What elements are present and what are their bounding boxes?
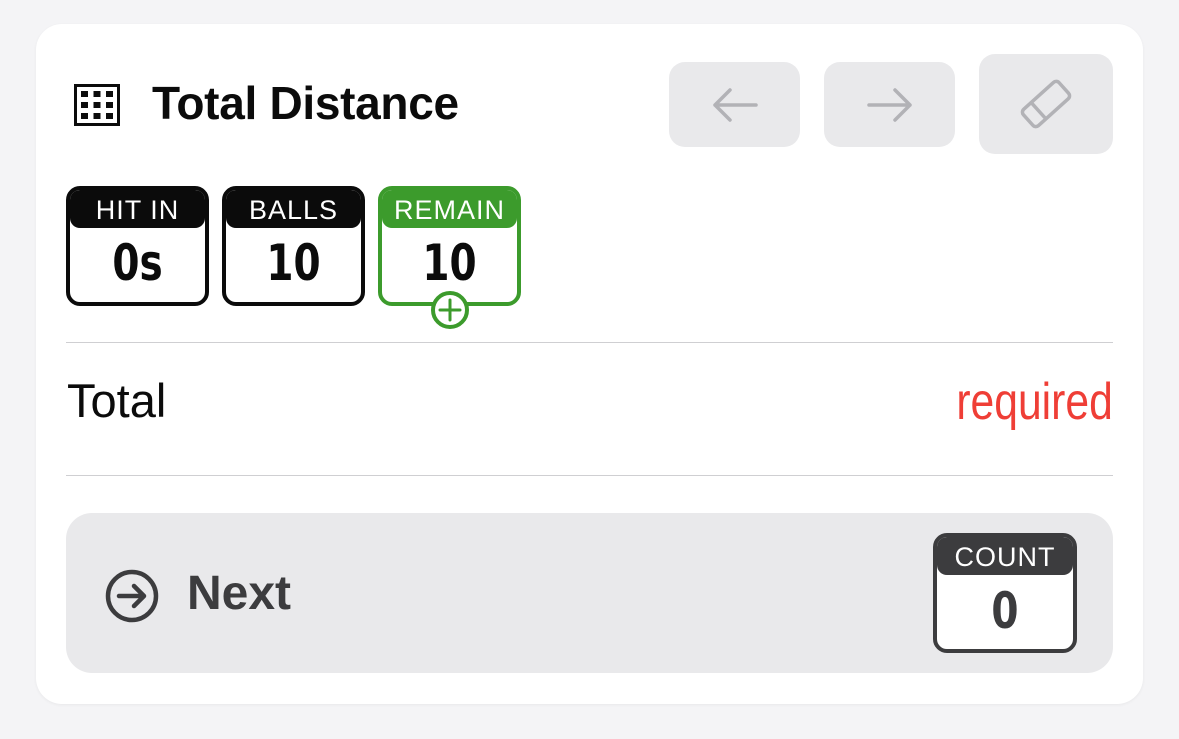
required-status: required — [956, 373, 1113, 431]
drill-card: Total Distance HIT IN 0s BALLS 10 REMAIN… — [36, 24, 1143, 704]
balls-stat: BALLS 10 — [222, 186, 365, 306]
arrow-right-icon — [866, 87, 912, 122]
hit-in-value: 0s — [112, 234, 163, 292]
count-label: COUNT — [937, 537, 1073, 575]
total-label: Total — [67, 374, 167, 427]
hit-in-stat: HIT IN 0s — [66, 186, 209, 306]
divider — [66, 342, 1113, 343]
next-label: Next — [187, 567, 292, 620]
remain-label: REMAIN — [382, 190, 517, 228]
page-title: Total Distance — [152, 77, 459, 129]
divider — [66, 475, 1113, 476]
hit-in-label: HIT IN — [70, 190, 205, 228]
arrow-left-icon — [712, 87, 758, 122]
remain-stat[interactable]: REMAIN 10 — [378, 186, 521, 306]
remain-value: 10 — [422, 234, 477, 292]
balls-label: BALLS — [226, 190, 361, 228]
plus-circle-icon[interactable] — [430, 290, 470, 330]
balls-value: 10 — [266, 234, 321, 292]
grid-icon — [74, 84, 120, 126]
arrow-right-circle-icon — [105, 569, 159, 623]
erase-button[interactable] — [979, 54, 1113, 154]
forward-button[interactable] — [824, 62, 955, 147]
count-stat: COUNT 0 — [933, 533, 1077, 653]
eraser-icon — [1020, 79, 1072, 129]
next-button[interactable]: Next COUNT 0 — [66, 513, 1113, 673]
back-button[interactable] — [669, 62, 800, 147]
count-value: 0 — [991, 582, 1019, 640]
